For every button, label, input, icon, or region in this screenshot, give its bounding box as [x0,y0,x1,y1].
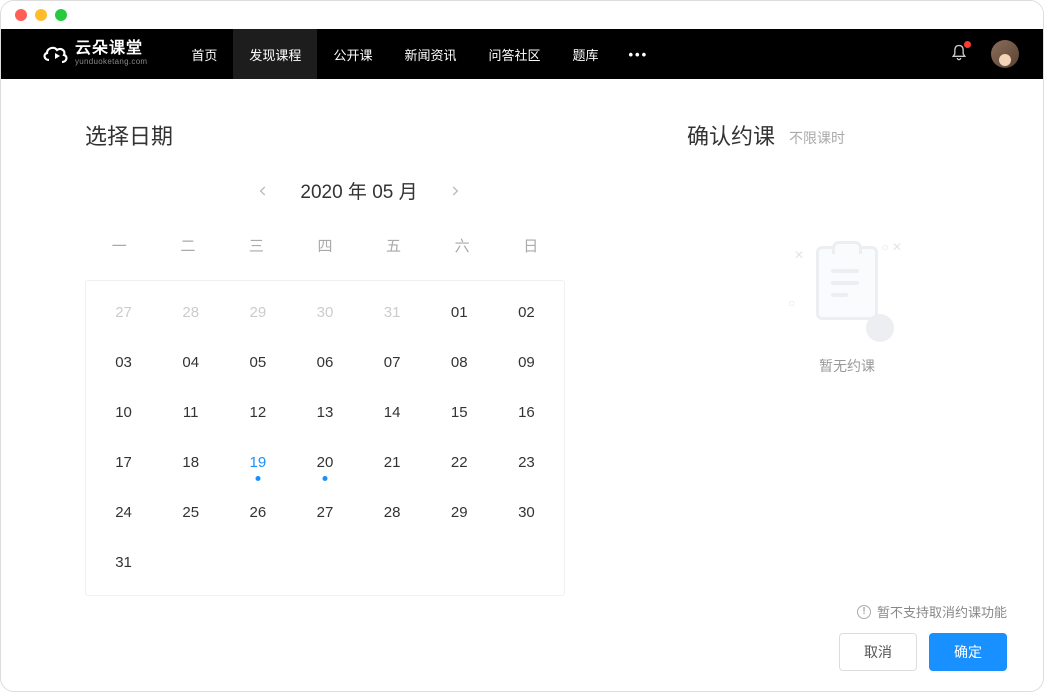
calendar-day[interactable]: 24 [90,495,157,529]
calendar-day[interactable]: 21 [359,445,426,479]
footer-note-text: 暂不支持取消约课功能 [877,602,1007,621]
weekday-label: 四 [291,224,360,266]
nav-item[interactable]: 发现课程 [233,29,317,79]
weekday-label: 六 [428,224,497,266]
app-window: 云朵课堂 yunduoketang.com 首页发现课程公开课新闻资讯问答社区题… [0,0,1044,692]
calendar-day[interactable]: 27 [291,495,358,529]
empty-illustration: ✕ ○ ✕ ○ [792,238,902,338]
calendar-day[interactable]: 16 [493,395,560,429]
clock-icon [866,314,894,342]
calendar-day[interactable]: 13 [291,395,358,429]
notification-badge [964,41,971,48]
calendar-header: 2020 年 05 月 [85,177,633,204]
sparkle-icon: ✕ [794,248,804,262]
weekday-label: 二 [154,224,223,266]
chevron-left-icon [256,184,270,198]
confirm-button[interactable]: 确定 [929,633,1007,671]
nav-item[interactable]: 公开课 [317,29,388,79]
nav-item[interactable]: 题库 [556,29,614,79]
empty-state: ✕ ○ ✕ ○ 暂无约课 [687,211,1007,602]
nav-items: 首页发现课程公开课新闻资讯问答社区题库 [175,29,614,79]
nav-item[interactable]: 首页 [175,29,233,79]
calendar-day[interactable]: 02 [493,295,560,329]
calendar-day[interactable]: 19 [224,445,291,479]
confirm-header: 确认约课 不限课时 [687,119,1007,151]
confirm-title: 确认约课 [687,119,775,151]
calendar-day[interactable]: 12 [224,395,291,429]
calendar-day[interactable]: 30 [493,495,560,529]
calendar-day[interactable]: 23 [493,445,560,479]
weekday-label: 三 [222,224,291,266]
sparkle-icon: ○ [788,296,795,310]
date-picker-title: 选择日期 [85,119,633,151]
notifications-button[interactable] [949,43,969,66]
cancel-button[interactable]: 取消 [839,633,917,671]
calendar-day[interactable]: 28 [359,495,426,529]
confirm-subtitle: 不限课时 [789,128,845,148]
logo-text: 云朵课堂 yunduoketang.com [75,41,147,66]
calendar-day: 31 [359,295,426,329]
weekday-header: 一二三四五六日 [85,224,565,266]
calendar-day[interactable]: 14 [359,395,426,429]
window-close-button[interactable] [15,9,27,21]
calendar-day[interactable]: 06 [291,345,358,379]
calendar-day[interactable]: 17 [90,445,157,479]
nav-item[interactable]: 问答社区 [472,29,556,79]
calendar-day: 27 [90,295,157,329]
sparkle-icon: ○ ✕ [881,240,902,254]
calendar-day[interactable]: 20 [291,445,358,479]
action-buttons: 取消 确定 [687,633,1007,671]
logo-subtitle: yunduoketang.com [75,58,147,66]
calendar-day[interactable]: 09 [493,345,560,379]
calendar-month-label: 2020 年 05 月 [300,177,417,204]
calendar-day[interactable]: 26 [224,495,291,529]
weekday-label: 一 [85,224,154,266]
calendar-day[interactable]: 05 [224,345,291,379]
weekday-label: 日 [496,224,565,266]
logo-icon [41,42,69,66]
calendar-day: 28 [157,295,224,329]
top-navigation: 云朵课堂 yunduoketang.com 首页发现课程公开课新闻资讯问答社区题… [1,29,1043,79]
main-content: 选择日期 2020 年 05 月 一二三四五六日 272829303101020… [1,79,1043,691]
calendar-day: 30 [291,295,358,329]
avatar[interactable] [991,40,1019,68]
calendar-day: 29 [224,295,291,329]
chevron-right-icon [448,184,462,198]
next-month-button[interactable] [444,180,466,202]
calendar: 一二三四五六日 27282930310102030405060708091011… [85,224,565,596]
nav-item[interactable]: 新闻资讯 [388,29,472,79]
logo-name: 云朵课堂 [75,41,147,58]
prev-month-button[interactable] [252,180,274,202]
window-maximize-button[interactable] [55,9,67,21]
calendar-day[interactable]: 15 [426,395,493,429]
calendar-grid: 2728293031010203040506070809101112131415… [90,295,560,579]
nav-more-button[interactable]: ••• [615,47,663,62]
logo[interactable]: 云朵课堂 yunduoketang.com [41,41,147,66]
window-titlebar [1,1,1043,29]
weekday-label: 五 [359,224,428,266]
calendar-day[interactable]: 08 [426,345,493,379]
info-icon: ! [857,605,871,619]
calendar-day[interactable]: 11 [157,395,224,429]
calendar-day[interactable]: 01 [426,295,493,329]
calendar-day[interactable]: 29 [426,495,493,529]
calendar-day[interactable]: 25 [157,495,224,529]
confirm-panel: 确认约课 不限课时 ✕ ○ ✕ ○ [687,119,1007,671]
date-picker-panel: 选择日期 2020 年 05 月 一二三四五六日 272829303101020… [85,119,633,671]
footer-note: ! 暂不支持取消约课功能 [687,602,1007,621]
calendar-day[interactable]: 03 [90,345,157,379]
calendar-day[interactable]: 10 [90,395,157,429]
calendar-day[interactable]: 18 [157,445,224,479]
calendar-grid-wrap: 2728293031010203040506070809101112131415… [85,280,565,596]
calendar-day[interactable]: 31 [90,545,157,579]
calendar-day[interactable]: 04 [157,345,224,379]
empty-text: 暂无约课 [819,356,875,376]
calendar-day[interactable]: 07 [359,345,426,379]
calendar-day[interactable]: 22 [426,445,493,479]
clipboard-icon [816,246,878,320]
window-minimize-button[interactable] [35,9,47,21]
